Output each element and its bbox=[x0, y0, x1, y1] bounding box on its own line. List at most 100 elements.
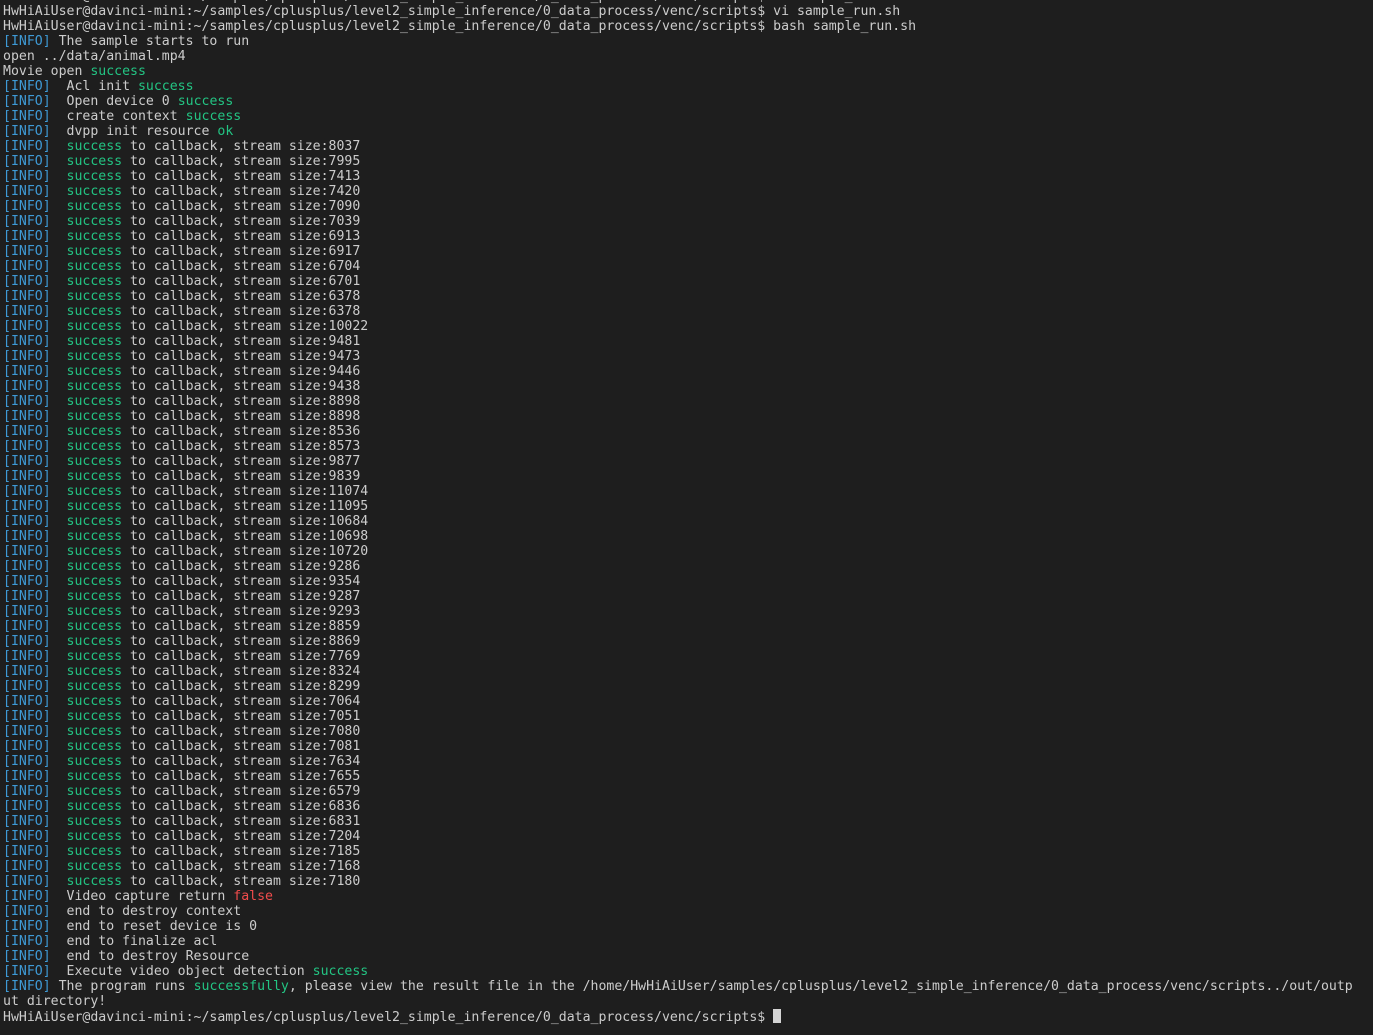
status-success-text: success bbox=[66, 304, 123, 319]
log-level-tag: [INFO] bbox=[3, 454, 51, 469]
terminal-line: [INFO] success to callback, stream size:… bbox=[3, 754, 1365, 769]
terminal-line: [INFO] success to callback, stream size:… bbox=[3, 784, 1365, 799]
log-level-tag: [INFO] bbox=[3, 814, 51, 829]
log-level-tag: [INFO] bbox=[3, 319, 51, 334]
status-success-text: success bbox=[66, 154, 123, 169]
output-text: to callback, stream size:7204 bbox=[122, 829, 361, 844]
log-level-tag: [INFO] bbox=[3, 964, 51, 979]
output-text: to callback, stream size:7090 bbox=[122, 199, 361, 214]
output-text: to callback, stream size:10720 bbox=[122, 544, 369, 559]
terminal-line: [INFO] success to callback, stream size:… bbox=[3, 829, 1365, 844]
status-success-text: success bbox=[66, 349, 123, 364]
terminal-line: HwHiAiUser@davinci-mini:~/samples/cplusp… bbox=[3, 4, 1365, 19]
terminal-line: [INFO] success to callback, stream size:… bbox=[3, 394, 1365, 409]
log-level-tag: [INFO] bbox=[3, 364, 51, 379]
log-level-tag: [INFO] bbox=[3, 904, 51, 919]
terminal-line: [INFO] success to callback, stream size:… bbox=[3, 544, 1365, 559]
output-text: to callback, stream size:7634 bbox=[122, 754, 361, 769]
log-level-tag: [INFO] bbox=[3, 244, 51, 259]
status-error-text: false bbox=[233, 889, 273, 904]
status-success-text: success bbox=[66, 589, 123, 604]
terminal-line: [INFO] success to callback, stream size:… bbox=[3, 184, 1365, 199]
terminal-line: [INFO] Acl init success bbox=[3, 79, 1365, 94]
status-success-text: success bbox=[66, 724, 123, 739]
status-success-text: success bbox=[66, 319, 123, 334]
log-level-tag: [INFO] bbox=[3, 514, 51, 529]
status-success-text: success bbox=[66, 664, 123, 679]
terminal-line: open ../data/animal.mp4 bbox=[3, 49, 1365, 64]
terminal-line: [INFO] success to callback, stream size:… bbox=[3, 574, 1365, 589]
terminal-line: [INFO] success to callback, stream size:… bbox=[3, 859, 1365, 874]
terminal-line: [INFO] success to callback, stream size:… bbox=[3, 529, 1365, 544]
log-level-tag: [INFO] bbox=[3, 469, 51, 484]
status-success-text: success bbox=[66, 709, 123, 724]
status-success-text: success bbox=[66, 814, 123, 829]
terminal-line: [INFO] success to callback, stream size:… bbox=[3, 304, 1365, 319]
output-text: to callback, stream size:9839 bbox=[122, 469, 361, 484]
terminal-line: [INFO] success to callback, stream size:… bbox=[3, 709, 1365, 724]
status-success-text: success bbox=[66, 499, 123, 514]
output-text: Execute video object detection bbox=[50, 964, 313, 979]
output-text: to callback, stream size:7080 bbox=[122, 724, 361, 739]
terminal-line: [INFO] success to callback, stream size:… bbox=[3, 454, 1365, 469]
log-level-tag: [INFO] bbox=[3, 154, 51, 169]
log-level-tag: [INFO] bbox=[3, 139, 51, 154]
log-level-tag: [INFO] bbox=[3, 679, 51, 694]
output-text: to callback, stream size:9481 bbox=[122, 334, 361, 349]
status-success-text: success bbox=[66, 214, 123, 229]
output-text: Open device 0 bbox=[50, 94, 178, 109]
output-text: to callback, stream size:6701 bbox=[122, 274, 361, 289]
log-level-tag: [INFO] bbox=[3, 229, 51, 244]
text-cursor[interactable] bbox=[773, 1009, 782, 1023]
status-success-text: success bbox=[66, 559, 123, 574]
status-success-text: success bbox=[66, 604, 123, 619]
terminal-line: [INFO] success to callback, stream size:… bbox=[3, 664, 1365, 679]
log-level-tag: [INFO] bbox=[3, 349, 51, 364]
output-text: to callback, stream size:7655 bbox=[122, 769, 361, 784]
log-level-tag: [INFO] bbox=[3, 214, 51, 229]
terminal-line: [INFO] success to callback, stream size:… bbox=[3, 589, 1365, 604]
output-text: create context bbox=[50, 109, 186, 124]
log-level-tag: [INFO] bbox=[3, 619, 51, 634]
status-success-text: success bbox=[66, 274, 123, 289]
log-level-tag: [INFO] bbox=[3, 949, 51, 964]
output-text: The program runs bbox=[50, 979, 194, 994]
log-level-tag: [INFO] bbox=[3, 274, 51, 289]
output-text: to callback, stream size:6704 bbox=[122, 259, 361, 274]
output-text: to callback, stream size:9438 bbox=[122, 379, 361, 394]
log-level-tag: [INFO] bbox=[3, 499, 51, 514]
status-success-text: success bbox=[177, 94, 234, 109]
output-text: to callback, stream size:9287 bbox=[122, 589, 361, 604]
terminal-line: [INFO] success to callback, stream size:… bbox=[3, 214, 1365, 229]
prompt-line[interactable]: HwHiAiUser@davinci-mini:~/samples/cplusp… bbox=[3, 1009, 1365, 1025]
terminal-line: [INFO] success to callback, stream size:… bbox=[3, 484, 1365, 499]
terminal-output[interactable]: HwHiAiUser@davinci-mini:~/samples/cplusp… bbox=[3, 0, 1365, 1025]
status-success-text: success bbox=[66, 574, 123, 589]
terminal-line: [INFO] The program runs successfully, pl… bbox=[3, 979, 1365, 994]
log-level-tag: [INFO] bbox=[3, 739, 51, 754]
output-text: to callback, stream size:7039 bbox=[122, 214, 361, 229]
status-success-text: success bbox=[66, 754, 123, 769]
status-success-text: success bbox=[312, 964, 369, 979]
log-level-tag: [INFO] bbox=[3, 124, 51, 139]
status-success-text: success bbox=[66, 484, 123, 499]
output-text: to callback, stream size:6917 bbox=[122, 244, 361, 259]
output-text: Movie open bbox=[3, 64, 91, 79]
output-text: to callback, stream size:6378 bbox=[122, 304, 361, 319]
